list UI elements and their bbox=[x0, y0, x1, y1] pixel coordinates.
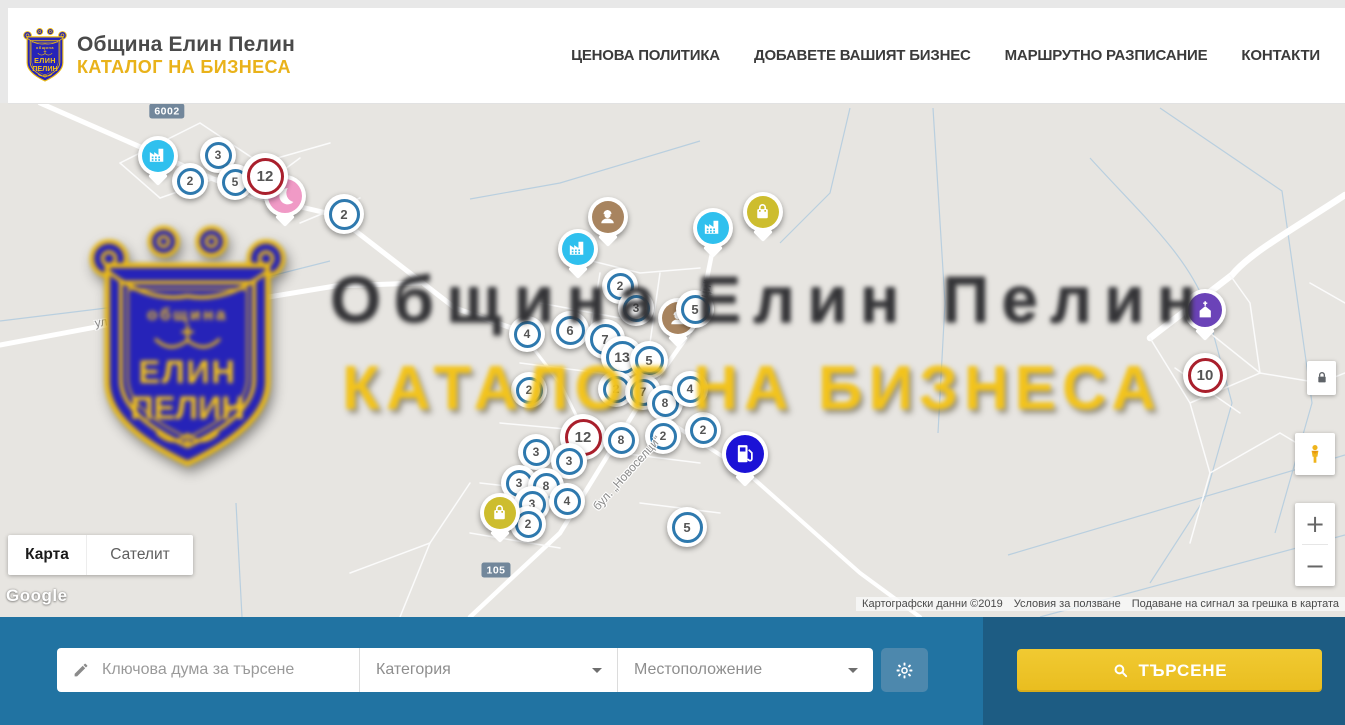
chevron-down-icon bbox=[592, 668, 602, 673]
map-cluster-marker[interactable]: 8 bbox=[603, 422, 639, 458]
map-type-map-button[interactable]: Карта bbox=[8, 535, 86, 575]
map-pin-marker-fuel[interactable] bbox=[722, 431, 768, 477]
map-type-satellite-button[interactable]: Сателит bbox=[86, 535, 193, 575]
map-pin-marker-bag[interactable] bbox=[480, 493, 520, 533]
street-name-label: ул. Преслав bbox=[94, 306, 163, 330]
attribution-copyright: Картографски данни ©2019 bbox=[858, 598, 1007, 610]
search-submit-button[interactable]: ТЪРСЕНЕ bbox=[1017, 649, 1322, 692]
map-canvas[interactable]: 3251222356471352278412822333834251060021… bbox=[0, 103, 1345, 617]
gear-icon bbox=[894, 660, 915, 681]
category-select-value: Категория bbox=[376, 661, 451, 679]
map-cluster-marker[interactable]: 2 bbox=[324, 194, 364, 234]
map-pin-marker-factory[interactable] bbox=[558, 229, 598, 269]
map-cluster-marker[interactable]: 4 bbox=[549, 483, 585, 519]
keyword-field-wrap bbox=[57, 648, 359, 692]
category-select[interactable]: Категория bbox=[359, 648, 617, 692]
map-cluster-marker[interactable]: 2 bbox=[685, 412, 721, 448]
map-cluster-marker[interactable]: 3 bbox=[618, 290, 654, 326]
google-logo[interactable]: Google bbox=[6, 586, 68, 606]
search-bar: Категория Местоположение bbox=[57, 648, 873, 692]
street-name-label: ци“ bbox=[697, 279, 715, 300]
zoom-out-button[interactable]: − bbox=[1295, 545, 1335, 586]
brand[interactable]: Община Елин Пелин КАТАЛОГ НА БИЗНЕСА bbox=[8, 27, 295, 84]
pencil-icon bbox=[72, 661, 90, 679]
main-nav: ЦЕНОВА ПОЛИТИКА ДОБАВЕТЕ ВАШИЯТ БИЗНЕС М… bbox=[571, 47, 1345, 64]
map-cluster-marker[interactable]: 10 bbox=[1183, 353, 1227, 397]
location-select[interactable]: Местоположение bbox=[617, 648, 873, 692]
zoom-control: + − bbox=[1295, 503, 1335, 586]
map-cluster-marker[interactable]: 5 bbox=[630, 341, 668, 379]
site-title: Община Елин Пелин bbox=[77, 33, 295, 57]
map-cluster-marker[interactable]: 4 bbox=[509, 316, 545, 352]
map-type-control: Карта Сателит bbox=[8, 535, 193, 575]
road-number-badge: 6002 bbox=[149, 104, 184, 119]
map-cluster-marker[interactable]: 2 bbox=[511, 372, 547, 408]
fullscreen-lock-button[interactable] bbox=[1307, 361, 1336, 395]
search-icon bbox=[1112, 662, 1129, 679]
map-pin-marker-factory[interactable] bbox=[693, 208, 733, 248]
street-view-pegman-button[interactable] bbox=[1295, 433, 1335, 475]
nav-contacts[interactable]: КОНТАКТИ bbox=[1241, 47, 1320, 64]
map-cluster-marker[interactable]: 12 bbox=[242, 153, 288, 199]
map-pin-marker-bag[interactable] bbox=[743, 192, 783, 232]
lock-icon bbox=[1314, 370, 1330, 386]
search-panel: Категория Местоположение ТЪРСЕНЕ bbox=[0, 617, 1345, 725]
location-select-value: Местоположение bbox=[634, 661, 762, 679]
zoom-in-button[interactable]: + bbox=[1295, 503, 1335, 544]
road-number-badge: 105 bbox=[481, 563, 510, 578]
attribution-report-error-link[interactable]: Подаване на сигнал за грешка в картата bbox=[1128, 598, 1343, 610]
attribution-terms-link[interactable]: Условия за ползване bbox=[1010, 598, 1125, 610]
map-pin-marker-factory[interactable] bbox=[138, 136, 178, 176]
map-pin-marker-worker[interactable] bbox=[588, 197, 628, 237]
chevron-down-icon bbox=[848, 668, 858, 673]
pegman-icon bbox=[1304, 441, 1326, 467]
search-submit-label: ТЪРСЕНЕ bbox=[1139, 661, 1228, 681]
nav-pricing-policy[interactable]: ЦЕНОВА ПОЛИТИКА bbox=[571, 47, 720, 64]
markers-layer: 3251222356471352278412822333834251060021… bbox=[0, 103, 1345, 617]
map-cluster-marker[interactable]: 2 bbox=[172, 163, 208, 199]
map-cluster-marker[interactable]: 6 bbox=[551, 311, 589, 349]
site-subtitle: КАТАЛОГ НА БИЗНЕСА bbox=[77, 57, 295, 78]
municipality-logo-icon bbox=[22, 27, 68, 84]
map-cluster-marker[interactable]: 4 bbox=[672, 371, 708, 407]
site-header: Община Елин Пелин КАТАЛОГ НА БИЗНЕСА ЦЕН… bbox=[8, 8, 1345, 104]
map-cluster-marker[interactable]: 5 bbox=[667, 507, 707, 547]
map-pin-marker-church[interactable] bbox=[1184, 289, 1226, 331]
keyword-search-input[interactable] bbox=[100, 660, 359, 680]
advanced-search-button[interactable] bbox=[881, 648, 928, 692]
nav-add-your-business[interactable]: ДОБАВЕТЕ ВАШИЯТ БИЗНЕС bbox=[754, 47, 971, 64]
nav-route-schedule[interactable]: МАРШРУТНО РАЗПИСАНИЕ bbox=[1005, 47, 1208, 64]
map-attribution: Картографски данни ©2019 Условия за полз… bbox=[856, 597, 1345, 611]
